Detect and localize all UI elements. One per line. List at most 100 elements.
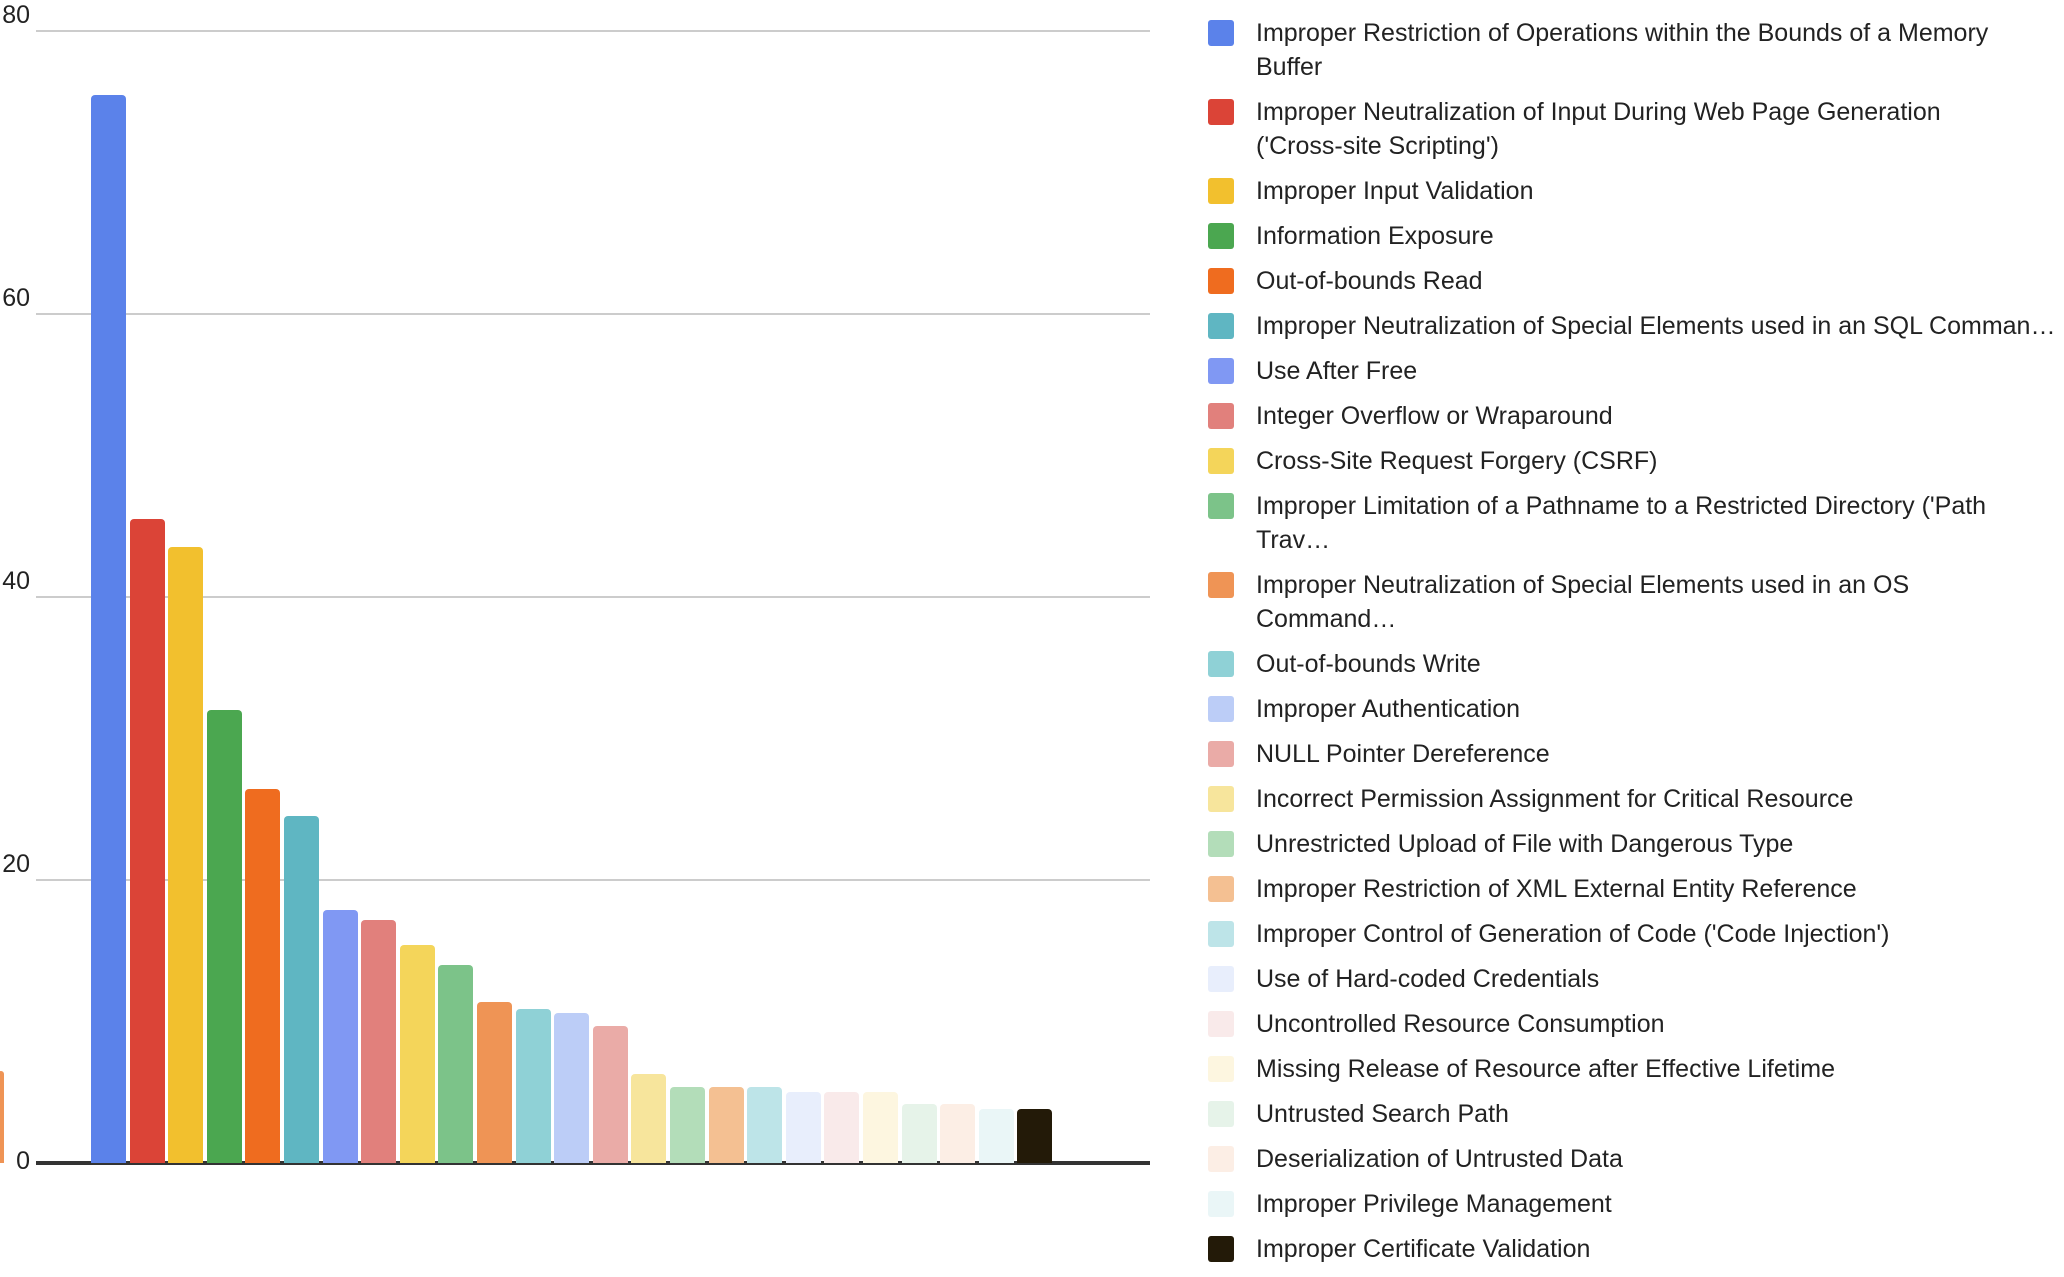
legend-item-label: Untrusted Search Path bbox=[1256, 1100, 1509, 1128]
legend-item-label: Out-of-bounds Read bbox=[1256, 267, 1483, 295]
legend-item[interactable]: Use After Free bbox=[1208, 354, 2064, 388]
legend-swatch-icon bbox=[1208, 786, 1234, 812]
legend-item[interactable]: Improper Control of Generation of Code (… bbox=[1208, 917, 2064, 951]
bar[interactable] bbox=[284, 816, 319, 1163]
legend-item-label: Use of Hard-coded Credentials bbox=[1256, 965, 1600, 993]
legend-item[interactable]: Improper Certificate Validation bbox=[1208, 1232, 2064, 1266]
legend-item[interactable]: Improper Neutralization of Input During … bbox=[1208, 95, 2064, 163]
legend-item[interactable]: Untrusted Search Path bbox=[1208, 1097, 2064, 1131]
bar[interactable] bbox=[824, 1092, 860, 1163]
legend-item-label: Out-of-bounds Write bbox=[1256, 650, 1481, 678]
bar[interactable] bbox=[515, 1008, 551, 1163]
legend-item[interactable]: Improper Neutralization of Special Eleme… bbox=[1208, 309, 2064, 343]
bars-layer bbox=[0, 0, 1160, 1186]
legend-swatch-icon bbox=[1208, 178, 1234, 204]
legend-item[interactable]: Improper Privilege Management bbox=[1208, 1187, 2064, 1221]
bar[interactable] bbox=[708, 1086, 744, 1163]
legend-item[interactable]: Incorrect Permission Assignment for Crit… bbox=[1208, 782, 2064, 816]
legend-item[interactable]: Improper Restriction of XML External Ent… bbox=[1208, 872, 2064, 906]
legend-item-label: Improper Neutralization of Special Eleme… bbox=[1256, 312, 2056, 340]
legend-item[interactable]: Improper Neutralization of Special Eleme… bbox=[1208, 568, 2064, 636]
legend-swatch-icon bbox=[1208, 403, 1234, 429]
bar[interactable] bbox=[399, 945, 435, 1163]
legend-item[interactable]: Improper Authentication bbox=[1208, 692, 2064, 726]
bar[interactable] bbox=[168, 547, 204, 1163]
bar-chart-plot-area: 0 20 40 60 80 bbox=[0, 0, 1160, 1186]
bar[interactable] bbox=[322, 909, 358, 1163]
bar[interactable] bbox=[91, 94, 126, 1163]
chart-legend: Improper Restriction of Operations withi… bbox=[1208, 16, 2064, 1277]
legend-swatch-icon bbox=[1208, 572, 1234, 598]
bar[interactable] bbox=[361, 919, 397, 1163]
legend-item-label: Improper Restriction of XML External Ent… bbox=[1256, 875, 1857, 903]
legend-swatch-icon bbox=[1208, 20, 1234, 46]
legend-item-label: Improper Restriction of Operations withi… bbox=[1256, 19, 1989, 81]
bar[interactable] bbox=[978, 1109, 1014, 1163]
legend-item[interactable]: Improper Input Validation bbox=[1208, 174, 2064, 208]
legend-item-label: Improper Neutralization of Input During … bbox=[1256, 98, 1941, 160]
legend-swatch-icon bbox=[1208, 1101, 1234, 1127]
legend-item-label: Missing Release of Resource after Effect… bbox=[1256, 1055, 1835, 1083]
legend-item[interactable]: Out-of-bounds Write bbox=[1208, 647, 2064, 681]
legend-swatch-icon bbox=[1208, 313, 1234, 339]
legend-swatch-icon bbox=[1208, 1056, 1234, 1082]
y-axis-tick-label: 40 bbox=[2, 567, 30, 595]
bar[interactable] bbox=[940, 1103, 976, 1163]
bar[interactable] bbox=[863, 1092, 898, 1163]
y-axis-tick-label: 80 bbox=[2, 1, 30, 29]
legend-item[interactable]: Cross-Site Request Forgery (CSRF) bbox=[1208, 444, 2064, 478]
legend-swatch-icon bbox=[1208, 358, 1234, 384]
legend-swatch-icon bbox=[1208, 1236, 1234, 1262]
bar[interactable] bbox=[785, 1092, 821, 1163]
bar[interactable] bbox=[129, 519, 165, 1163]
bar[interactable] bbox=[901, 1103, 937, 1163]
legend-item-label: Improper Privilege Management bbox=[1256, 1190, 1612, 1218]
legend-item-label: Integer Overflow or Wraparound bbox=[1256, 402, 1613, 430]
bar[interactable] bbox=[477, 1001, 512, 1163]
legend-swatch-icon bbox=[1208, 921, 1234, 947]
bar[interactable] bbox=[631, 1073, 667, 1163]
legend-item-label: Information Exposure bbox=[1256, 222, 1494, 250]
legend-item[interactable]: Information Exposure bbox=[1208, 219, 2064, 253]
legend-swatch-icon bbox=[1208, 1146, 1234, 1172]
legend-swatch-icon bbox=[1208, 223, 1234, 249]
legend-swatch-icon bbox=[1208, 493, 1234, 519]
legend-item[interactable]: Missing Release of Resource after Effect… bbox=[1208, 1052, 2064, 1086]
legend-swatch-icon bbox=[1208, 696, 1234, 722]
legend-item[interactable]: Unrestricted Upload of File with Dangero… bbox=[1208, 827, 2064, 861]
legend-item[interactable]: Uncontrolled Resource Consumption bbox=[1208, 1007, 2064, 1041]
legend-swatch-icon bbox=[1208, 448, 1234, 474]
bar[interactable] bbox=[592, 1025, 628, 1163]
legend-item[interactable]: NULL Pointer Dereference bbox=[1208, 737, 2064, 771]
legend-item[interactable]: Use of Hard-coded Credentials bbox=[1208, 962, 2064, 996]
bar[interactable] bbox=[670, 1086, 705, 1163]
legend-swatch-icon bbox=[1208, 268, 1234, 294]
legend-item[interactable]: Deserialization of Untrusted Data bbox=[1208, 1142, 2064, 1176]
legend-item[interactable]: Integer Overflow or Wraparound bbox=[1208, 399, 2064, 433]
legend-item-label: Improper Authentication bbox=[1256, 695, 1521, 723]
legend-swatch-icon bbox=[1208, 741, 1234, 767]
legend-swatch-icon bbox=[1208, 966, 1234, 992]
bar[interactable] bbox=[438, 964, 474, 1163]
y-axis-tick-label: 60 bbox=[2, 284, 30, 312]
legend-item-label: Improper Certificate Validation bbox=[1256, 1235, 1591, 1263]
bar[interactable] bbox=[1017, 1109, 1053, 1163]
bar[interactable] bbox=[206, 710, 242, 1163]
legend-item-label: Improper Control of Generation of Code (… bbox=[1256, 920, 1890, 948]
legend-item-label: Use After Free bbox=[1256, 357, 1418, 385]
chart-page: 0 20 40 60 80 Improper Restriction of Operat… bbox=[0, 0, 2064, 1263]
legend-swatch-icon bbox=[1208, 99, 1234, 125]
legend-item[interactable]: Out-of-bounds Read bbox=[1208, 264, 2064, 298]
legend-swatch-icon bbox=[1208, 1191, 1234, 1217]
legend-item-label: Cross-Site Request Forgery (CSRF) bbox=[1256, 447, 1658, 475]
legend-item-label: Incorrect Permission Assignment for Crit… bbox=[1256, 785, 1854, 813]
legend-item[interactable]: Improper Limitation of a Pathname to a R… bbox=[1208, 489, 2064, 557]
legend-item-label: Unrestricted Upload of File with Dangero… bbox=[1256, 830, 1794, 858]
y-axis-tick-label: 20 bbox=[2, 850, 30, 878]
legend-item[interactable]: Improper Restriction of Operations withi… bbox=[1208, 16, 2064, 84]
bar[interactable] bbox=[245, 789, 281, 1163]
bar[interactable] bbox=[747, 1086, 783, 1163]
legend-swatch-icon bbox=[1208, 1011, 1234, 1037]
bar[interactable] bbox=[554, 1013, 590, 1163]
y-axis-tick-label: 0 bbox=[16, 1147, 30, 1175]
